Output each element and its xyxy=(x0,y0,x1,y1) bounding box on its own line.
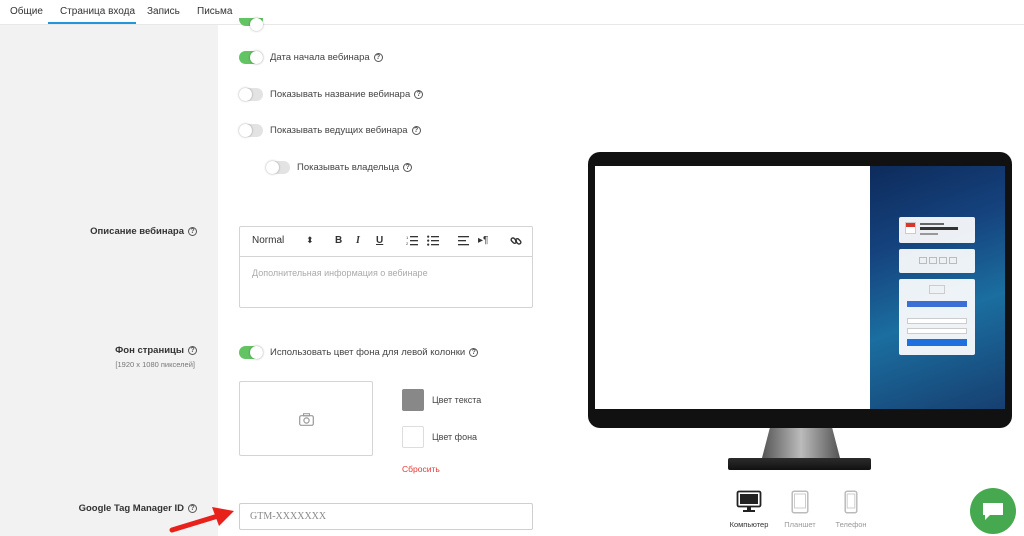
format-select[interactable]: Normal xyxy=(252,235,284,246)
webinar-start-date-toggle[interactable] xyxy=(239,51,263,64)
tab-bar: Общие Страница входа Запись Письма xyxy=(0,0,1024,25)
description-placeholder[interactable]: Дополнительная информация о вебинаре xyxy=(252,268,428,278)
show-owner-toggle[interactable] xyxy=(266,161,290,174)
description-label: Описание вебинара? xyxy=(90,226,197,237)
red-arrow-annotation xyxy=(169,507,234,533)
editor-toolbar: Normal ⬍ B I U 12 ▸¶ xyxy=(240,227,532,257)
svg-text:1: 1 xyxy=(406,235,409,240)
link-icon[interactable] xyxy=(510,235,522,250)
text-color-swatch[interactable] xyxy=(402,389,424,411)
bullet-list-icon[interactable] xyxy=(427,235,439,249)
device-tablet-label: Планшет xyxy=(784,520,816,529)
show-owner-label: Показывать владельца? xyxy=(297,162,413,173)
use-bg-color-left-label: Использовать цвет фона для левой колонки… xyxy=(270,347,479,358)
reset-colors-link[interactable]: Сбросить xyxy=(402,464,440,474)
text-direction-icon[interactable]: ▸¶ xyxy=(478,235,488,246)
gtm-id-input[interactable] xyxy=(239,503,533,530)
background-label: Фон страницы? xyxy=(115,345,197,356)
phone-icon xyxy=(844,490,858,517)
desktop-icon xyxy=(736,490,762,517)
preview-right-column xyxy=(870,166,1005,409)
preview-screen xyxy=(595,166,1005,409)
tab-emails[interactable]: Письма xyxy=(197,6,232,17)
labels-column xyxy=(0,25,218,536)
italic-icon[interactable]: I xyxy=(356,235,360,246)
help-icon[interactable]: ? xyxy=(469,348,479,357)
tab-recording[interactable]: Запись xyxy=(147,6,180,17)
desktop-preview-monitor xyxy=(588,152,1012,428)
show-webinar-name-toggle[interactable] xyxy=(239,88,263,101)
help-icon[interactable]: ? xyxy=(403,163,413,172)
bg-color-label: Цвет фона xyxy=(432,432,478,442)
monitor-stand-neck xyxy=(762,428,840,458)
help-icon[interactable]: ? xyxy=(414,90,424,99)
chat-bubble-icon xyxy=(981,501,1005,526)
bg-color-swatch[interactable] xyxy=(402,426,424,448)
format-select-arrows-icon[interactable]: ⬍ xyxy=(306,235,314,246)
preview-registration-card xyxy=(899,279,975,355)
underline-icon[interactable]: U xyxy=(376,235,383,246)
preview-countdown-card xyxy=(899,249,975,273)
monitor-stand-base xyxy=(728,458,871,470)
svg-text:2: 2 xyxy=(406,241,409,246)
camera-icon xyxy=(299,413,314,429)
ordered-list-icon[interactable]: 12 xyxy=(406,235,418,249)
help-icon[interactable]: ? xyxy=(188,227,197,236)
device-desktop-label: Компьютер xyxy=(729,520,769,529)
tab-login-page[interactable]: Страница входа xyxy=(60,6,135,17)
show-hosts-label: Показывать ведущих вебинара? xyxy=(270,125,421,136)
webinar-start-date-label: Дата начала вебинара? xyxy=(270,52,383,63)
show-hosts-toggle[interactable] xyxy=(239,124,263,137)
background-image-upload[interactable] xyxy=(239,381,373,456)
bold-icon[interactable]: B xyxy=(335,235,342,246)
use-bg-color-left-toggle[interactable] xyxy=(239,346,263,359)
preview-date-card xyxy=(899,217,975,243)
align-icon[interactable] xyxy=(458,235,470,249)
cut-off-toggle xyxy=(239,18,263,31)
help-icon[interactable]: ? xyxy=(411,126,421,135)
tab-general[interactable]: Общие xyxy=(10,6,43,17)
help-icon[interactable]: ? xyxy=(188,346,197,355)
tablet-icon xyxy=(791,490,809,517)
active-tab-indicator xyxy=(48,22,136,24)
text-color-label: Цвет текста xyxy=(432,395,482,405)
background-size-hint: [1920 x 1080 пикселей] xyxy=(115,360,195,369)
description-editor: Normal ⬍ B I U 12 ▸¶ Дополнительная инфо… xyxy=(239,226,533,308)
device-phone-label: Телефон xyxy=(835,520,867,529)
chat-widget-button[interactable] xyxy=(970,488,1016,534)
show-webinar-name-label: Показывать название вебинара? xyxy=(270,89,424,100)
help-icon[interactable]: ? xyxy=(373,53,383,62)
